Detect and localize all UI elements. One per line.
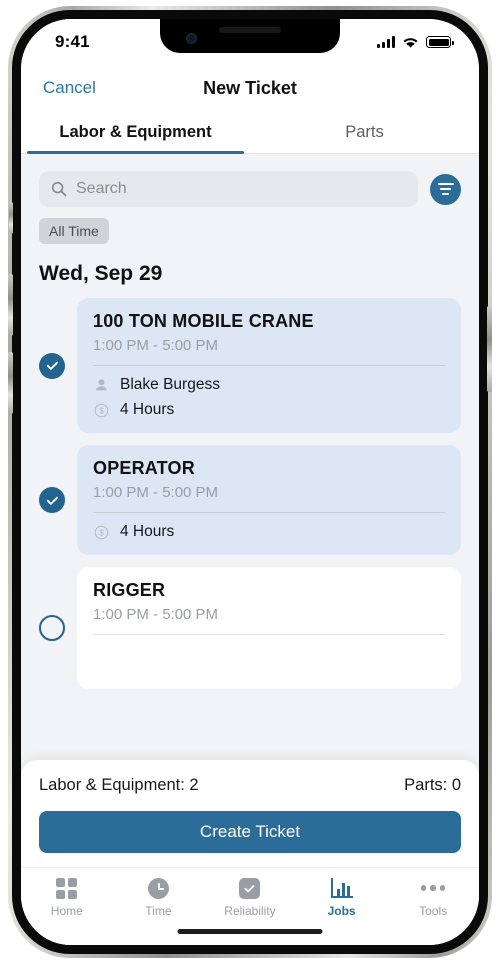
search-placeholder: Search: [76, 180, 127, 197]
nav-tab-tools[interactable]: Tools: [387, 877, 479, 918]
clock-icon: [147, 877, 169, 899]
wifi-icon: [403, 37, 418, 48]
job-card[interactable]: RIGGER 1:00 PM - 5:00 PM: [77, 567, 461, 689]
job-card[interactable]: OPERATOR 1:00 PM - 5:00 PM $ 4 Hours: [77, 445, 461, 555]
job-time: 1:00 PM - 5:00 PM: [93, 606, 219, 623]
front-camera-icon: [186, 33, 197, 44]
dollar-circle-icon: $: [93, 525, 110, 540]
bar-chart-icon: [330, 877, 353, 899]
job-title: OPERATOR: [93, 458, 195, 478]
unchecked-circle-icon: [39, 615, 65, 641]
nav-tab-jobs[interactable]: Jobs: [296, 877, 388, 918]
nav-tab-label: Time: [145, 904, 172, 918]
check-icon: [39, 487, 65, 513]
mute-switch-button[interactable]: [9, 202, 13, 234]
grid-icon: [56, 877, 78, 899]
volume-down-button[interactable]: [8, 352, 13, 414]
status-icons: [377, 36, 454, 49]
job-duration: 4 Hours: [120, 401, 175, 418]
signal-bars-icon: [377, 36, 395, 48]
summary-sheet: Labor & Equipment: 2 Parts: 0 Create Tic…: [21, 760, 479, 867]
list-item[interactable]: 100 TON MOBILE CRANE 1:00 PM - 5:00 PM B…: [39, 298, 461, 433]
job-time: 1:00 PM - 5:00 PM: [93, 337, 219, 354]
job-person-name: Blake Burgess: [120, 376, 220, 393]
svg-text:$: $: [99, 528, 104, 537]
volume-up-button[interactable]: [8, 274, 13, 336]
job-select-checkbox[interactable]: [39, 487, 65, 513]
job-duration: 4 Hours: [120, 523, 175, 540]
tab-bar: Labor & Equipment Parts: [21, 111, 479, 154]
nav-tab-label: Tools: [419, 904, 448, 918]
job-person-row: Blake Burgess: [93, 376, 445, 394]
nav-tab-label: Jobs: [327, 904, 356, 918]
create-ticket-button[interactable]: Create Ticket: [39, 811, 461, 853]
parts-count: Parts: 0: [404, 776, 461, 794]
notch: [160, 19, 340, 53]
cancel-button[interactable]: Cancel: [43, 78, 96, 98]
time-filter-chip[interactable]: All Time: [39, 218, 109, 244]
svg-text:$: $: [99, 406, 104, 415]
tab-labor-equipment[interactable]: Labor & Equipment: [21, 111, 250, 154]
tab-parts[interactable]: Parts: [250, 111, 479, 153]
divider: [93, 634, 445, 635]
divider: [93, 365, 445, 366]
search-icon: [51, 181, 67, 197]
date-header: Wed, Sep 29: [39, 262, 163, 285]
status-time: 9:41: [55, 32, 90, 51]
job-select-checkbox[interactable]: [39, 352, 65, 379]
search-row: Search: [39, 157, 461, 207]
check-icon: [39, 352, 65, 379]
job-duration-row: $ 4 Hours: [93, 401, 445, 419]
power-button[interactable]: [487, 306, 492, 392]
battery-icon: [426, 36, 454, 48]
job-duration-row: $ 4 Hours: [93, 523, 445, 541]
home-indicator[interactable]: [177, 929, 323, 934]
phone-screen: 9:41 Cancel New Ticket Labor & Equipment…: [21, 19, 479, 945]
nav-tab-time[interactable]: Time: [113, 877, 205, 918]
job-card[interactable]: 100 TON MOBILE CRANE 1:00 PM - 5:00 PM B…: [77, 298, 461, 433]
job-title: RIGGER: [93, 580, 166, 600]
job-time: 1:00 PM - 5:00 PM: [93, 484, 219, 501]
job-select-checkbox[interactable]: [39, 615, 65, 641]
dollar-circle-icon: $: [93, 403, 110, 418]
summary-row: Labor & Equipment: 2 Parts: 0: [39, 776, 461, 795]
list-item[interactable]: RIGGER 1:00 PM - 5:00 PM: [39, 567, 461, 689]
filter-icon[interactable]: [430, 173, 461, 205]
earpiece-speaker: [219, 27, 281, 33]
phone-frame: 9:41 Cancel New Ticket Labor & Equipment…: [8, 6, 492, 958]
filter-chip-row: All Time: [39, 218, 461, 244]
nav-bar: Cancel New Ticket: [21, 65, 479, 111]
ellipsis-icon: [420, 877, 446, 899]
divider: [93, 512, 445, 513]
nav-tab-label: Reliability: [224, 904, 276, 918]
nav-tab-home[interactable]: Home: [21, 877, 113, 918]
phone-body: 9:41 Cancel New Ticket Labor & Equipment…: [8, 10, 492, 954]
nav-tab-reliability[interactable]: Reliability: [204, 877, 296, 918]
search-input[interactable]: Search: [39, 171, 418, 207]
list-item[interactable]: OPERATOR 1:00 PM - 5:00 PM $ 4 Hours: [39, 445, 461, 555]
job-title: 100 TON MOBILE CRANE: [93, 311, 314, 331]
labor-count: Labor & Equipment: 2: [39, 776, 199, 794]
person-icon: [93, 378, 110, 393]
nav-tab-label: Home: [50, 904, 83, 918]
checkbox-icon: [239, 877, 261, 899]
